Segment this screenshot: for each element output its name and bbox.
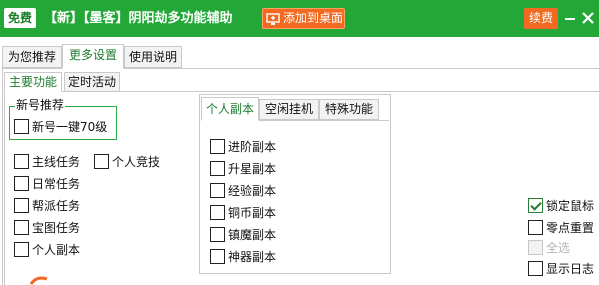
checkbox-box[interactable] <box>14 153 29 169</box>
checkbox-box[interactable] <box>210 248 225 264</box>
checkbox-box[interactable] <box>14 175 29 191</box>
tab-instructions[interactable]: 使用说明 <box>124 46 182 68</box>
add-to-desktop-button[interactable]: 添加到桌面 <box>262 8 345 29</box>
dungeon-copper-checkbox[interactable]: 铜币副本 <box>210 203 276 221</box>
checkbox-box[interactable] <box>210 204 225 220</box>
checkbox-box-disabled <box>528 239 543 255</box>
tab-more-settings[interactable]: 更多设置 <box>62 44 124 69</box>
checkbox-box-checked[interactable] <box>528 197 543 213</box>
personal-dungeon-checkbox[interactable]: 个人副本 <box>14 240 80 258</box>
select-all-label: 全选 <box>546 240 571 255</box>
checkbox-box[interactable] <box>210 138 225 154</box>
new-account-group-title: 新号推荐 <box>15 98 66 112</box>
checkbox-box[interactable] <box>14 241 29 257</box>
reset-zero-label: 零点重置 <box>546 220 595 235</box>
dungeon-label: 经验副本 <box>228 183 277 198</box>
personal-arena-label: 个人竞技 <box>112 154 161 169</box>
app-title: 【新】【墨客】阴阳劫多功能辅助 <box>44 11 233 26</box>
checkbox-box[interactable] <box>210 160 225 176</box>
daily-quest-label: 日常任务 <box>32 176 81 191</box>
personal-dungeon-label: 个人副本 <box>32 242 81 257</box>
checkbox-box[interactable] <box>14 118 29 134</box>
one-click-level-checkbox[interactable]: 新号一键70级 <box>14 117 107 135</box>
show-log-label: 显示日志 <box>546 261 595 276</box>
dungeon-exp-checkbox[interactable]: 经验副本 <box>210 181 276 199</box>
add-to-desktop-label: 添加到桌面 <box>283 11 344 25</box>
checkbox-box[interactable] <box>528 219 543 235</box>
tab-personal-dungeon[interactable]: 个人副本 <box>201 97 259 121</box>
dungeon-advanced-checkbox[interactable]: 进阶副本 <box>210 137 276 155</box>
checkbox-box[interactable] <box>210 226 225 242</box>
tab-idle-farming[interactable]: 空闲挂机 <box>259 99 319 120</box>
main-quest-checkbox[interactable]: 主线任务 <box>14 152 80 170</box>
daily-quest-checkbox[interactable]: 日常任务 <box>14 174 80 192</box>
title-bar: 免费 【新】【墨客】阴阳劫多功能辅助 添加到桌面 续费 <box>0 0 599 37</box>
guild-quest-checkbox[interactable]: 帮派任务 <box>14 196 80 214</box>
dungeon-label: 铜币副本 <box>228 205 277 220</box>
select-all-checkbox: 全选 <box>528 238 570 256</box>
tab-recommend[interactable]: 为您推荐 <box>2 46 62 68</box>
close-icon[interactable] <box>580 8 596 28</box>
dungeon-label: 进阶副本 <box>228 139 277 154</box>
logo-fragment-icon <box>30 276 48 285</box>
reset-zero-checkbox[interactable]: 零点重置 <box>528 218 594 236</box>
checkbox-box[interactable] <box>14 197 29 213</box>
lock-mouse-label: 锁定鼠标 <box>546 198 595 213</box>
lock-mouse-checkbox[interactable]: 锁定鼠标 <box>528 196 594 214</box>
dungeon-label: 升星副本 <box>228 161 277 176</box>
dungeon-artifact-checkbox[interactable]: 神器副本 <box>210 247 276 265</box>
treasure-quest-checkbox[interactable]: 宝图任务 <box>14 218 80 236</box>
checkbox-box[interactable] <box>210 182 225 198</box>
dungeon-label: 神器副本 <box>228 249 277 264</box>
main-quest-label: 主线任务 <box>32 154 81 169</box>
dungeon-demon-checkbox[interactable]: 镇魔副本 <box>210 225 276 243</box>
renew-button[interactable]: 续费 <box>524 8 558 29</box>
tab-main-functions[interactable]: 主要功能 <box>4 72 62 92</box>
tab-special-functions[interactable]: 特殊功能 <box>319 99 379 120</box>
guild-quest-label: 帮派任务 <box>32 198 81 213</box>
treasure-quest-label: 宝图任务 <box>32 220 81 235</box>
minimize-icon[interactable] <box>562 8 578 28</box>
tab-timed-events[interactable]: 定时活动 <box>64 72 120 92</box>
checkbox-box[interactable] <box>14 219 29 235</box>
desktop-add-icon <box>266 12 280 25</box>
free-badge: 免费 <box>4 8 36 28</box>
checkbox-box[interactable] <box>94 153 109 169</box>
show-log-checkbox[interactable]: 显示日志 <box>528 259 594 277</box>
personal-arena-checkbox[interactable]: 个人竞技 <box>94 152 160 170</box>
checkbox-box[interactable] <box>528 260 543 276</box>
dungeon-star-checkbox[interactable]: 升星副本 <box>210 159 276 177</box>
one-click-level-label: 新号一键70级 <box>32 119 108 134</box>
dungeon-label: 镇魔副本 <box>228 227 277 242</box>
